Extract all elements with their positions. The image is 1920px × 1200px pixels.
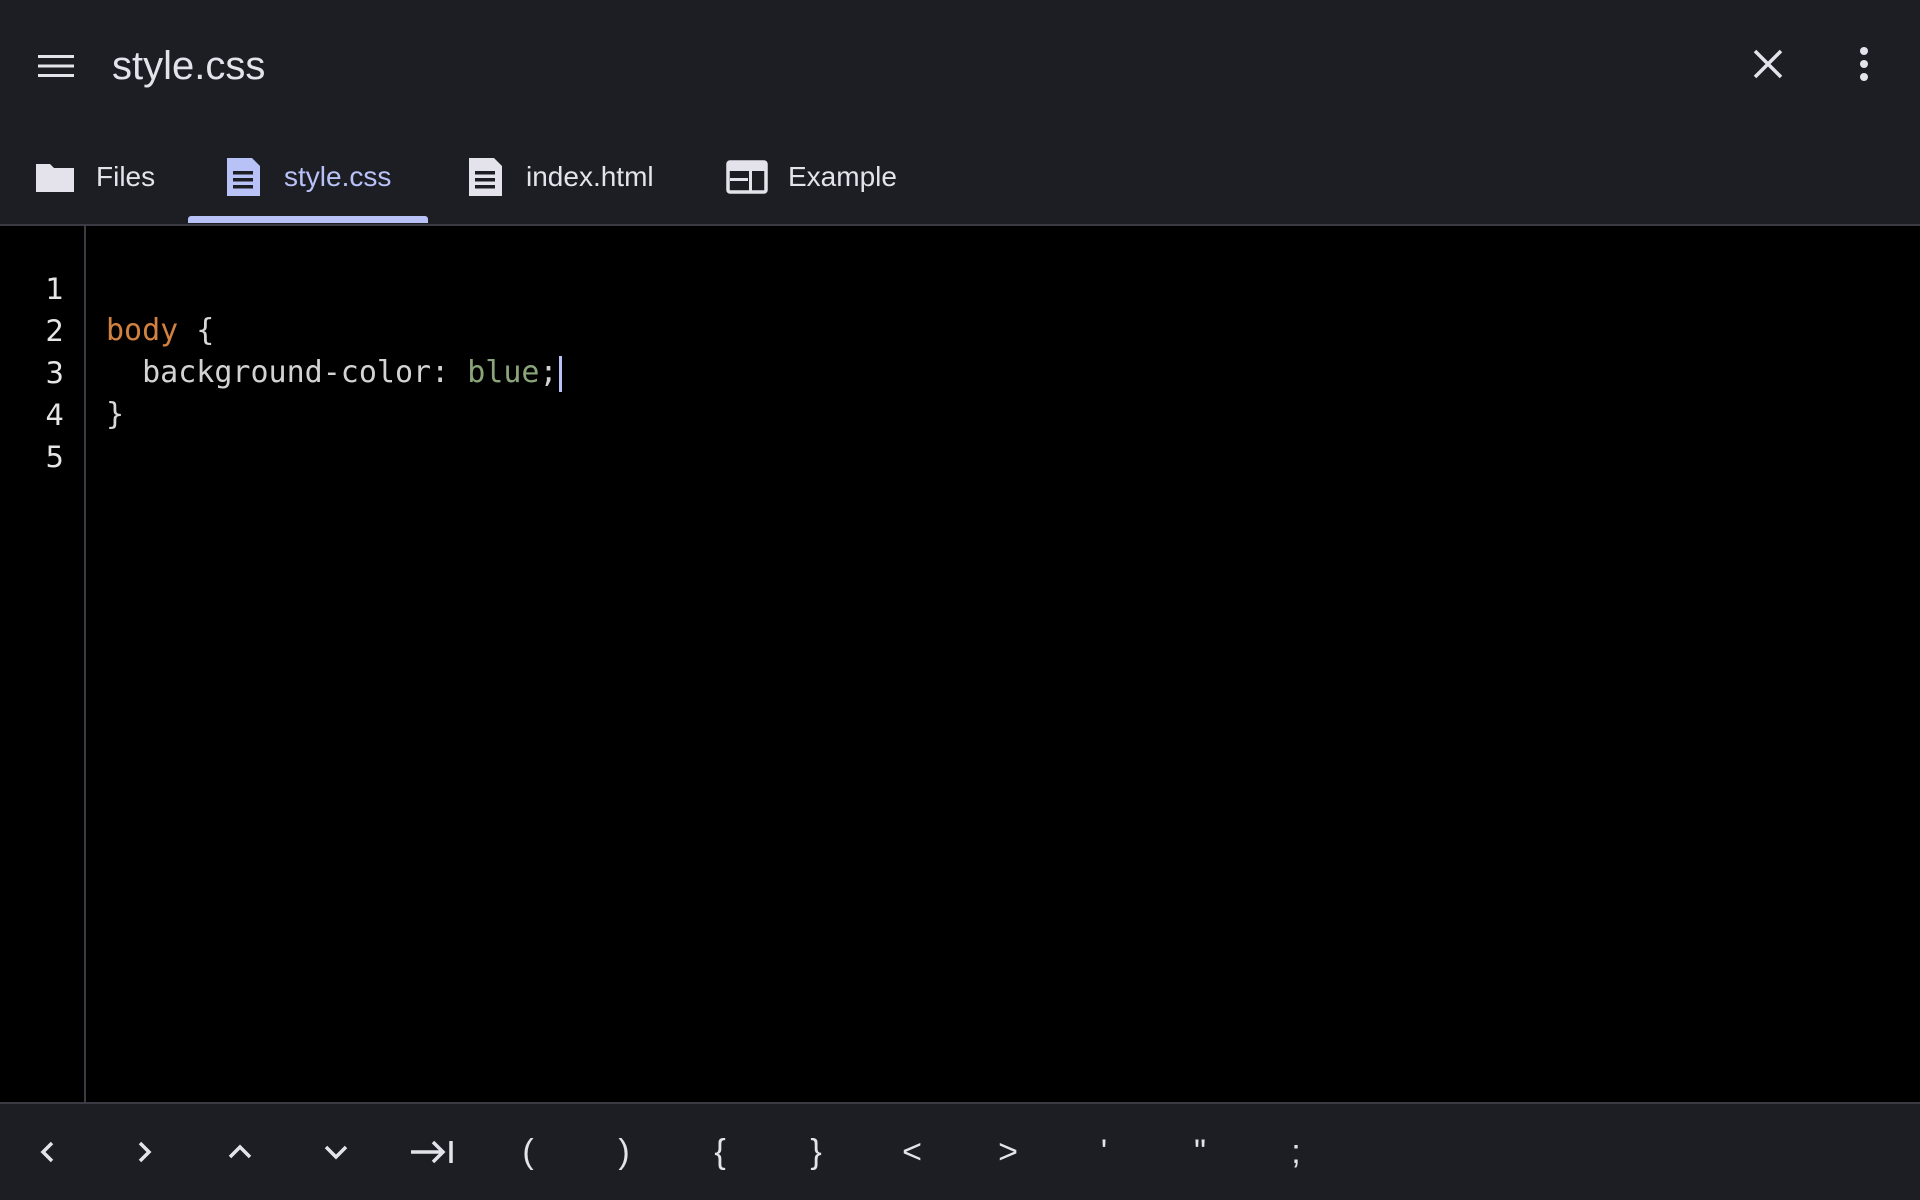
css-colon: :	[431, 355, 468, 390]
key-single-quote[interactable]: '	[1056, 1104, 1152, 1200]
key-label: <	[902, 1132, 922, 1171]
line-number-gutter: 1 2 3 4 5	[0, 226, 86, 1102]
css-value: blue	[467, 355, 540, 390]
key-label: }	[810, 1132, 822, 1171]
hamburger-menu-icon	[38, 55, 74, 77]
tab-index-html[interactable]: index.html	[464, 130, 654, 224]
cursor-down-key[interactable]	[288, 1104, 384, 1200]
key-label: )	[618, 1132, 630, 1171]
cursor-left-icon	[40, 1141, 54, 1163]
symbol-key-bar: ( ) { } < > ' " ;	[0, 1102, 1920, 1200]
more-options-button[interactable]	[1836, 36, 1892, 92]
line-number: 4	[45, 398, 64, 432]
line-number: 1	[45, 272, 64, 306]
line-number: 5	[45, 440, 64, 474]
key-less-than[interactable]: <	[864, 1104, 960, 1200]
page-title: style.css	[112, 44, 266, 88]
more-vert-icon	[1860, 47, 1868, 81]
tab-label: index.html	[526, 161, 654, 192]
tab-label: Files	[96, 161, 156, 192]
cursor-left-key[interactable]	[0, 1104, 96, 1200]
top-app-bar: style.css	[0, 0, 1920, 130]
tab-key[interactable]	[384, 1104, 480, 1200]
key-label: ;	[1291, 1132, 1301, 1171]
text-cursor	[558, 355, 562, 392]
css-selector: body	[106, 313, 179, 348]
key-double-quote[interactable]: "	[1152, 1104, 1248, 1200]
cursor-right-key[interactable]	[96, 1104, 192, 1200]
css-brace: {	[178, 313, 215, 348]
key-label: >	[998, 1132, 1018, 1171]
tab-example[interactable]: Example	[726, 130, 897, 224]
key-label: (	[522, 1132, 534, 1171]
code-editor-app: style.css Files style.css index.html Exa…	[0, 0, 1920, 1200]
tab-files[interactable]: Files	[34, 130, 155, 224]
key-close-paren[interactable]: )	[576, 1104, 672, 1200]
tab-style-css[interactable]: style.css	[222, 130, 391, 224]
key-label: "	[1193, 1132, 1207, 1171]
key-open-paren[interactable]: (	[480, 1104, 576, 1200]
web-preview-icon	[726, 156, 768, 198]
css-brace: }	[106, 397, 125, 432]
folder-icon	[34, 156, 76, 198]
cursor-up-key[interactable]	[192, 1104, 288, 1200]
code-line[interactable]: background-color: blue;	[106, 352, 562, 394]
code-line[interactable]: body {	[106, 310, 214, 352]
css-semicolon: ;	[539, 355, 558, 390]
close-button[interactable]	[1740, 36, 1796, 92]
code-area[interactable]: body { background-color: blue; }	[106, 226, 1896, 1102]
line-number: 2	[45, 314, 64, 348]
cursor-down-icon	[324, 1145, 348, 1160]
line-number: 3	[45, 356, 64, 390]
key-greater-than[interactable]: >	[960, 1104, 1056, 1200]
key-label: {	[714, 1132, 726, 1171]
close-icon	[1753, 49, 1783, 79]
tab-key-icon	[411, 1140, 453, 1164]
css-property: background-color	[106, 355, 432, 390]
tab-label: style.css	[284, 161, 392, 192]
tab-bar: Files style.css index.html Example	[0, 130, 1920, 226]
tab-label: Example	[788, 161, 897, 192]
menu-button[interactable]	[28, 38, 84, 94]
cursor-up-icon	[228, 1144, 252, 1159]
code-editor[interactable]: 1 2 3 4 5 body { background-color: blue;…	[0, 226, 1920, 1102]
code-line[interactable]: }	[106, 394, 124, 436]
document-icon	[464, 156, 506, 198]
key-open-brace[interactable]: {	[672, 1104, 768, 1200]
active-tab-indicator	[188, 216, 428, 223]
key-semicolon[interactable]: ;	[1248, 1104, 1344, 1200]
key-close-brace[interactable]: }	[768, 1104, 864, 1200]
cursor-right-icon	[138, 1141, 152, 1163]
key-label: '	[1100, 1132, 1108, 1171]
document-icon	[222, 156, 264, 198]
